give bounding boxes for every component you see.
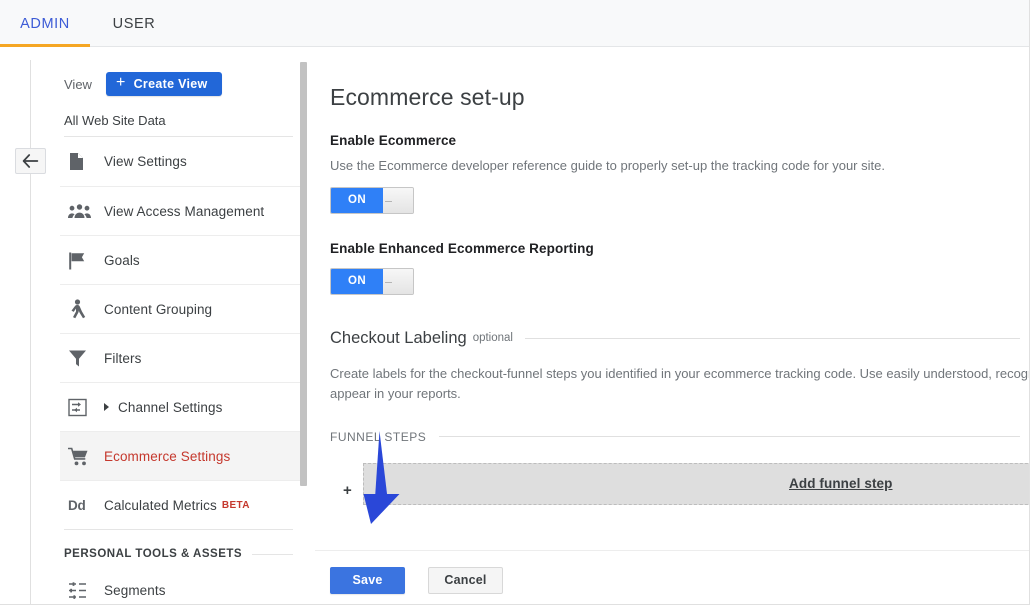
funnel-steps-block: + Add funnel step — [315, 455, 1030, 531]
sidebar-item-label: Calculated Metrics — [104, 497, 217, 513]
tab-admin-label: ADMIN — [20, 15, 70, 32]
cancel-button[interactable]: Cancel — [428, 566, 503, 594]
sidebar-item-segments[interactable]: Segments — [60, 566, 300, 605]
dd-icon: Dd — [68, 498, 104, 513]
toggle-on-label: ON — [331, 187, 383, 213]
form-divider — [315, 549, 1030, 551]
view-selector-row: View + Create View — [60, 69, 300, 99]
checkout-labeling-description: Create labels for the checkout-funnel st… — [330, 365, 1030, 401]
sidebar-item-channel-settings[interactable]: Channel Settings — [60, 382, 300, 431]
add-funnel-step-link[interactable]: Add funnel step — [789, 476, 893, 491]
current-view-name[interactable]: All Web Site Data — [60, 99, 300, 136]
document-icon — [68, 152, 104, 171]
shopping-cart-icon — [68, 447, 104, 466]
sidebar-section-label: PERSONAL TOOLS & ASSETS — [64, 548, 243, 560]
tab-user-label: USER — [112, 15, 156, 32]
sidebar-item-label: Content Grouping — [104, 301, 213, 317]
create-view-button[interactable]: + Create View — [105, 72, 222, 96]
enable-ecommerce-description: Use the Ecommerce developer reference gu… — [330, 158, 885, 173]
sidebar-item-view-access-management[interactable]: View Access Management — [60, 186, 300, 235]
create-view-label: Create View — [133, 77, 208, 91]
sidebar-item-label: Segments — [104, 583, 166, 598]
sidebar-item-label: Ecommerce Settings — [104, 448, 231, 464]
toggle-on-label: ON — [331, 268, 383, 294]
main-content: Ecommerce set-up Enable Ecommerce Use th… — [315, 56, 1030, 605]
page-title: Ecommerce set-up — [330, 84, 525, 110]
sidebar-item-goals[interactable]: Goals — [60, 235, 300, 284]
admin-settings-page: ADMIN USER View + Create View All Web Si… — [0, 0, 1030, 605]
segments-icon — [68, 582, 104, 599]
sidebar-item-content-grouping[interactable]: Content Grouping — [60, 284, 300, 333]
form-actions: Save Cancel — [330, 566, 1030, 594]
divider-vertical-bottom — [30, 174, 31, 605]
channel-icon — [68, 398, 104, 417]
funnel-steps-label: FUNNEL STEPS — [330, 429, 427, 444]
section-rule — [252, 553, 293, 555]
sidebar-item-ecommerce-settings[interactable]: Ecommerce Settings — [60, 431, 300, 480]
subheader-rule — [439, 436, 1020, 438]
funnel-icon — [68, 349, 104, 368]
sidebar-section-header: PERSONAL TOOLS & ASSETS — [64, 548, 293, 560]
tab-list: ADMIN USER — [0, 0, 178, 47]
sidebar: View + Create View All Web Site Data Vie… — [60, 60, 300, 605]
chevron-right-icon[interactable] — [104, 403, 109, 411]
enhanced-reporting-toggle[interactable]: ON — [330, 267, 414, 295]
enable-ecommerce-label: Enable Ecommerce — [330, 133, 457, 148]
top-tab-bar: ADMIN USER — [0, 0, 1030, 47]
optional-tag: optional — [472, 332, 513, 345]
dd-glyph: Dd — [68, 497, 86, 513]
beta-badge: BETA — [221, 499, 250, 511]
header-rule — [524, 337, 1020, 339]
sidebar-item-label: Goals — [104, 252, 140, 268]
sidebar-divider-2 — [64, 529, 293, 530]
checkout-labeling-title: Checkout Labeling — [330, 328, 467, 347]
sidebar-scrollbar-thumb[interactable] — [300, 62, 307, 486]
enable-ecommerce-toggle[interactable]: ON — [330, 186, 414, 214]
plus-icon: + — [115, 74, 126, 91]
people-icon — [68, 203, 104, 219]
sidebar-item-calculated-metrics[interactable]: Dd Calculated Metrics BETA — [60, 480, 300, 529]
sidebar-item-label: Filters — [104, 350, 142, 366]
enhanced-reporting-label: Enable Enhanced Ecommerce Reporting — [330, 240, 594, 256]
view-label: View — [64, 76, 92, 92]
toggle-knob[interactable] — [383, 268, 413, 294]
tab-active-underline — [0, 44, 90, 47]
divider-vertical-top — [30, 60, 31, 148]
collapse-sidebar-button[interactable] — [15, 148, 46, 174]
flag-icon — [68, 251, 104, 270]
tab-user[interactable]: USER — [90, 0, 178, 47]
person-walking-icon — [68, 299, 104, 319]
sidebar-item-label: View Settings — [104, 154, 187, 169]
toggle-knob[interactable] — [383, 187, 413, 213]
add-step-plus-icon[interactable]: + — [343, 482, 352, 499]
checkout-labeling-header: Checkout Labeling optional — [330, 329, 1020, 348]
sidebar-item-filters[interactable]: Filters — [60, 333, 300, 382]
sidebar-item-view-settings[interactable]: View Settings — [60, 137, 300, 186]
add-funnel-step-row[interactable]: Add funnel step — [363, 462, 1030, 505]
sidebar-item-label: View Access Management — [104, 203, 265, 219]
tab-admin[interactable]: ADMIN — [0, 0, 90, 47]
sidebar-item-label: Channel Settings — [118, 399, 223, 415]
arrow-left-icon — [22, 154, 39, 168]
funnel-steps-header: FUNNEL STEPS — [330, 430, 1020, 444]
save-button[interactable]: Save — [330, 566, 405, 594]
